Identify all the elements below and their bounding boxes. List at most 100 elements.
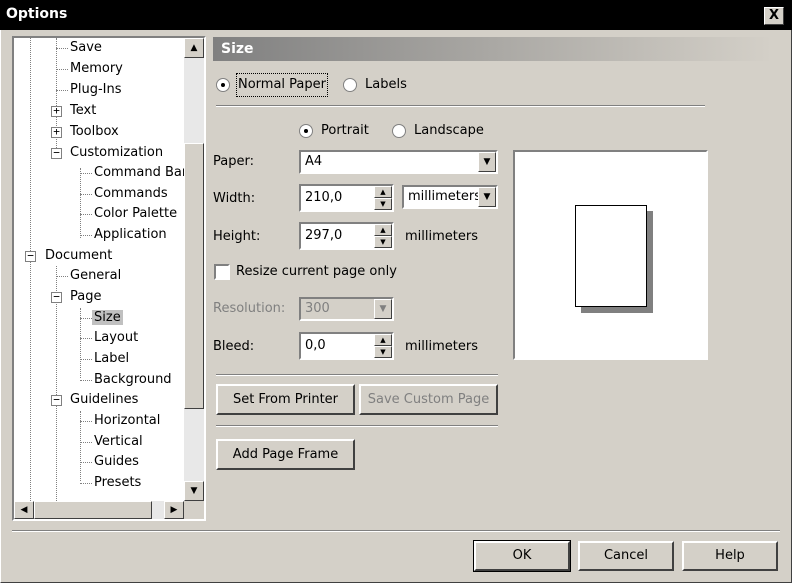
spin-down-icon[interactable]: ▼ <box>374 198 392 210</box>
tree-vertical-scrollbar[interactable]: ▲ ▼ <box>184 38 204 501</box>
tree-item-label[interactable]: Label <box>92 349 131 369</box>
close-button[interactable]: X <box>764 7 784 25</box>
spin-up-icon[interactable]: ▲ <box>374 186 392 198</box>
resolution-select: 300 ▼ <box>299 297 394 321</box>
tree-line <box>80 359 92 360</box>
ok-button[interactable]: OK <box>473 540 571 572</box>
scroll-down-icon[interactable]: ▼ <box>184 481 204 501</box>
tree-line <box>80 173 92 174</box>
tree-item-label: Layout <box>94 330 139 345</box>
radio-label: Landscape <box>414 123 484 138</box>
units-select[interactable]: millimeters ▼ <box>402 185 498 209</box>
tree-horizontal-scrollbar[interactable]: ◀ ▶ <box>14 501 184 519</box>
tree-item-page[interactable]: Page <box>68 287 103 307</box>
height-value: 297,0 <box>305 228 343 243</box>
tree-item-horizontal[interactable]: Horizontal <box>92 411 162 431</box>
tree-item-label: Color Palette <box>94 206 178 221</box>
tree-item-command-bars[interactable]: Command Bars <box>92 163 184 183</box>
tree-item-text[interactable]: Text <box>68 101 98 121</box>
expand-icon[interactable]: + <box>51 126 62 138</box>
tree-line <box>30 38 31 259</box>
height-label: Height: <box>213 229 261 244</box>
tree-item-general[interactable]: General <box>68 266 123 286</box>
cancel-button[interactable]: Cancel <box>578 541 674 571</box>
tree-line <box>80 318 92 319</box>
spin-up-icon[interactable]: ▲ <box>374 334 392 346</box>
scroll-corner <box>184 501 204 519</box>
resolution-value: 300 <box>305 301 330 316</box>
tree-item-label: Toolbox <box>70 124 119 139</box>
units-select-value: millimeters <box>408 189 481 204</box>
tree-line <box>56 69 68 70</box>
collapse-icon[interactable]: − <box>51 394 62 406</box>
paper-select-value: A4 <box>305 154 323 169</box>
tree-item-commands[interactable]: Commands <box>92 184 170 204</box>
height-unit: millimeters <box>405 229 478 244</box>
add-page-frame-button[interactable]: Add Page Frame <box>216 439 355 470</box>
spin-down-icon[interactable]: ▼ <box>374 346 392 358</box>
page-preview <box>513 150 708 360</box>
separator <box>216 425 498 427</box>
tree-line <box>80 462 92 463</box>
resize-current-page-checkbox[interactable]: Resize current page only <box>214 262 397 282</box>
set-from-printer-button[interactable]: Set From Printer <box>216 384 355 415</box>
collapse-icon[interactable]: − <box>51 147 62 159</box>
tree-item-vertical[interactable]: Vertical <box>92 432 145 452</box>
height-input[interactable]: 297,0 ▲ ▼ <box>299 222 394 250</box>
tree-item-label: Commands <box>94 186 168 201</box>
landscape-radio[interactable]: Landscape <box>392 121 487 141</box>
tree-item-label: Vertical <box>94 434 143 449</box>
scroll-thumb[interactable] <box>184 143 204 409</box>
spin-down-icon[interactable]: ▼ <box>374 236 392 248</box>
tree-item-layout[interactable]: Layout <box>92 328 140 348</box>
scroll-thumb[interactable] <box>34 501 152 519</box>
width-label: Width: <box>213 191 256 206</box>
tree-item-application[interactable]: Application <box>92 225 169 245</box>
tree-item-background[interactable]: Background <box>92 370 174 390</box>
tree-line <box>56 276 68 277</box>
radio-label: Normal Paper <box>236 73 328 97</box>
width-input[interactable]: 210,0 ▲ ▼ <box>299 184 394 212</box>
tree-item-guidelines[interactable]: Guidelines <box>68 390 140 410</box>
tree-item-presets[interactable]: Presets <box>92 473 143 493</box>
tree-item-save[interactable]: Save <box>68 38 104 58</box>
scroll-up-icon[interactable]: ▲ <box>184 38 204 58</box>
window-title: Options <box>6 6 68 22</box>
tree-item-size[interactable]: Size <box>92 308 123 328</box>
tree-item-guides[interactable]: Guides <box>92 452 141 472</box>
tree-item-plug-ins[interactable]: Plug-Ins <box>68 80 123 100</box>
tree-item-label: Memory <box>70 61 123 76</box>
tree-item-toolbox[interactable]: Toolbox <box>68 122 121 142</box>
checkbox-unchecked-icon <box>214 264 230 280</box>
options-tree-panel: + + − − − − Save Memory Plug-Ins Text To… <box>12 36 206 521</box>
labels-radio[interactable]: Labels <box>343 75 413 95</box>
tree-item-label: Presets <box>94 475 142 490</box>
help-button[interactable]: Help <box>682 541 778 571</box>
tree-line <box>56 48 68 49</box>
collapse-icon[interactable]: − <box>51 291 62 303</box>
bleed-value: 0,0 <box>305 338 326 353</box>
title-bar: Options X <box>0 0 792 30</box>
portrait-radio[interactable]: Portrait <box>299 121 379 141</box>
collapse-icon[interactable]: − <box>25 250 36 262</box>
spin-up-icon[interactable]: ▲ <box>374 224 392 236</box>
tree-item-memory[interactable]: Memory <box>68 59 125 79</box>
dropdown-arrow-icon[interactable]: ▼ <box>478 152 496 172</box>
paper-select[interactable]: A4 ▼ <box>299 150 498 174</box>
dropdown-arrow-icon[interactable]: ▼ <box>478 187 496 207</box>
tree-item-label: Size <box>92 310 123 325</box>
bleed-input[interactable]: 0,0 ▲ ▼ <box>299 332 394 360</box>
radio-checked-icon <box>299 124 313 138</box>
tree-item-color-palette[interactable]: Color Palette <box>92 204 179 224</box>
tree-item-label: Save <box>70 40 102 55</box>
scroll-left-icon[interactable]: ◀ <box>14 501 34 519</box>
normal-paper-radio[interactable]: Normal Paper <box>216 73 328 97</box>
tree-item-label: Guides <box>94 454 139 469</box>
bleed-label: Bleed: <box>213 339 255 354</box>
expand-icon[interactable]: + <box>51 105 62 117</box>
radio-unchecked-icon <box>343 78 357 92</box>
tree-line <box>80 421 92 422</box>
tree-item-customization[interactable]: Customization <box>68 143 165 163</box>
scroll-right-icon[interactable]: ▶ <box>164 501 184 519</box>
tree-item-document[interactable]: Document <box>43 246 114 266</box>
